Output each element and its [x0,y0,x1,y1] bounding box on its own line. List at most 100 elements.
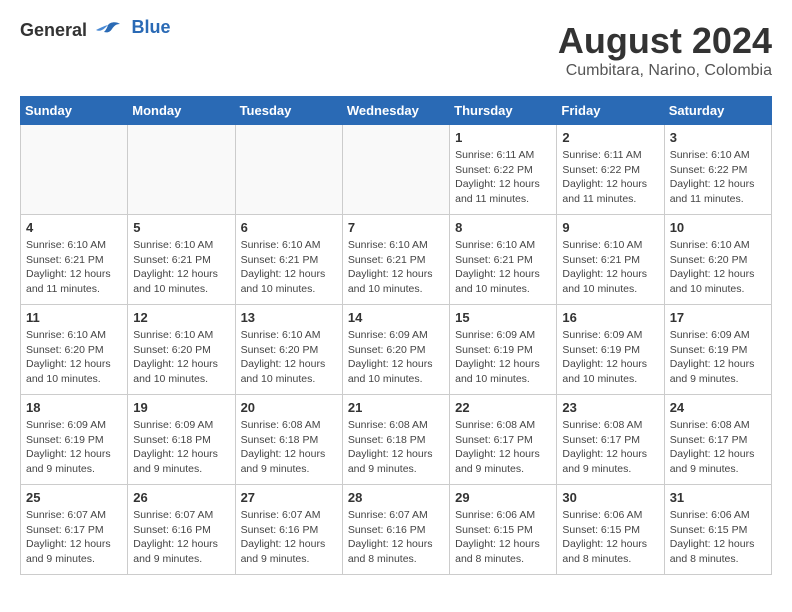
day-info: Sunrise: 6:10 AM Sunset: 6:20 PM Dayligh… [26,328,122,387]
day-info: Sunrise: 6:08 AM Sunset: 6:17 PM Dayligh… [670,418,766,477]
day-number: 14 [348,310,444,325]
day-info: Sunrise: 6:06 AM Sunset: 6:15 PM Dayligh… [562,508,658,567]
day-info: Sunrise: 6:08 AM Sunset: 6:18 PM Dayligh… [241,418,337,477]
day-number: 18 [26,400,122,415]
day-number: 24 [670,400,766,415]
calendar-cell: 22 Sunrise: 6:08 AM Sunset: 6:17 PM Dayli… [450,395,557,485]
day-number: 27 [241,490,337,505]
weekday-tuesday: Tuesday [235,97,342,125]
calendar-cell: 7Sunrise: 6:10 AM Sunset: 6:21 PM Daylig… [342,215,449,305]
day-info: Sunrise: 6:08 AM Sunset: 6:17 PM Dayligh… [455,418,551,477]
calendar-cell: 8 Sunrise: 6:10 AM Sunset: 6:21 PM Daylig… [450,215,557,305]
logo-blue: Blue [132,17,171,38]
day-info: Sunrise: 6:11 AM Sunset: 6:22 PM Dayligh… [455,148,551,207]
day-number: 11 [26,310,122,325]
calendar-cell: 26Sunrise: 6:07 AM Sunset: 6:16 PM Dayli… [128,485,235,575]
calendar-cell: 16Sunrise: 6:09 AM Sunset: 6:19 PM Dayli… [557,305,664,395]
weekday-friday: Friday [557,97,664,125]
calendar-cell: 13 Sunrise: 6:10 AM Sunset: 6:20 PM Dayli… [235,305,342,395]
calendar-cell: 18 Sunrise: 6:09 AM Sunset: 6:19 PM Dayli… [21,395,128,485]
day-info: Sunrise: 6:09 AM Sunset: 6:18 PM Dayligh… [133,418,229,477]
day-info: Sunrise: 6:10 AM Sunset: 6:21 PM Dayligh… [133,238,229,297]
logo: General Blue [20,20,171,43]
calendar-cell: 30 Sunrise: 6:06 AM Sunset: 6:15 PM Dayli… [557,485,664,575]
week-row-2: 4 Sunrise: 6:10 AM Sunset: 6:21 PM Daylig… [21,215,772,305]
day-number: 30 [562,490,658,505]
day-number: 23 [562,400,658,415]
day-number: 13 [241,310,337,325]
day-info: Sunrise: 6:10 AM Sunset: 6:21 PM Dayligh… [455,238,551,297]
day-info: Sunrise: 6:11 AM Sunset: 6:22 PM Dayligh… [562,148,658,207]
day-number: 25 [26,490,122,505]
weekday-saturday: Saturday [664,97,771,125]
calendar-cell: 19 Sunrise: 6:09 AM Sunset: 6:18 PM Dayli… [128,395,235,485]
weekday-thursday: Thursday [450,97,557,125]
calendar-cell: 4 Sunrise: 6:10 AM Sunset: 6:21 PM Daylig… [21,215,128,305]
day-number: 6 [241,220,337,235]
calendar-cell: 25 Sunrise: 6:07 AM Sunset: 6:17 PM Dayli… [21,485,128,575]
day-info: Sunrise: 6:07 AM Sunset: 6:16 PM Dayligh… [241,508,337,567]
week-row-3: 11 Sunrise: 6:10 AM Sunset: 6:20 PM Dayli… [21,305,772,395]
day-number: 10 [670,220,766,235]
day-info: Sunrise: 6:10 AM Sunset: 6:21 PM Dayligh… [241,238,337,297]
week-row-4: 18 Sunrise: 6:09 AM Sunset: 6:19 PM Dayli… [21,395,772,485]
day-number: 5 [133,220,229,235]
logo-general: General [20,20,87,40]
day-number: 28 [348,490,444,505]
calendar-cell: 20Sunrise: 6:08 AM Sunset: 6:18 PM Dayli… [235,395,342,485]
calendar-cell: 23 Sunrise: 6:08 AM Sunset: 6:17 PM Dayli… [557,395,664,485]
page-header: General Blue August 2024 Cumbitara, Nari… [20,20,772,80]
day-number: 7 [348,220,444,235]
title-section: August 2024 Cumbitara, Narino, Colombia [558,20,772,80]
calendar-cell: 28 Sunrise: 6:07 AM Sunset: 6:16 PM Dayli… [342,485,449,575]
calendar-cell: 3 Sunrise: 6:10 AM Sunset: 6:22 PM Daylig… [664,125,771,215]
calendar-cell [128,125,235,215]
day-number: 17 [670,310,766,325]
day-info: Sunrise: 6:06 AM Sunset: 6:15 PM Dayligh… [670,508,766,567]
logo-bird-icon [94,21,122,43]
day-info: Sunrise: 6:07 AM Sunset: 6:16 PM Dayligh… [348,508,444,567]
day-number: 12 [133,310,229,325]
calendar-cell: 1 Sunrise: 6:11 AM Sunset: 6:22 PM Daylig… [450,125,557,215]
day-number: 4 [26,220,122,235]
calendar-cell: 6 Sunrise: 6:10 AM Sunset: 6:21 PM Daylig… [235,215,342,305]
calendar-cell: 29Sunrise: 6:06 AM Sunset: 6:15 PM Dayli… [450,485,557,575]
day-number: 2 [562,130,658,145]
day-number: 1 [455,130,551,145]
day-info: Sunrise: 6:09 AM Sunset: 6:19 PM Dayligh… [455,328,551,387]
calendar-cell: 2 Sunrise: 6:11 AM Sunset: 6:22 PM Daylig… [557,125,664,215]
weekday-wednesday: Wednesday [342,97,449,125]
calendar-cell: 24 Sunrise: 6:08 AM Sunset: 6:17 PM Dayli… [664,395,771,485]
calendar-cell: 21Sunrise: 6:08 AM Sunset: 6:18 PM Dayli… [342,395,449,485]
day-info: Sunrise: 6:10 AM Sunset: 6:21 PM Dayligh… [562,238,658,297]
calendar-table: SundayMondayTuesdayWednesdayThursdayFrid… [20,96,772,575]
calendar-subtitle: Cumbitara, Narino, Colombia [558,62,772,80]
day-info: Sunrise: 6:07 AM Sunset: 6:17 PM Dayligh… [26,508,122,567]
day-number: 15 [455,310,551,325]
day-info: Sunrise: 6:07 AM Sunset: 6:16 PM Dayligh… [133,508,229,567]
calendar-cell [235,125,342,215]
calendar-cell: 14 Sunrise: 6:09 AM Sunset: 6:20 PM Dayli… [342,305,449,395]
calendar-cell: 9Sunrise: 6:10 AM Sunset: 6:21 PM Daylig… [557,215,664,305]
day-info: Sunrise: 6:10 AM Sunset: 6:20 PM Dayligh… [241,328,337,387]
calendar-cell: 15 Sunrise: 6:09 AM Sunset: 6:19 PM Dayli… [450,305,557,395]
calendar-cell: 12 Sunrise: 6:10 AM Sunset: 6:20 PM Dayli… [128,305,235,395]
day-info: Sunrise: 6:10 AM Sunset: 6:21 PM Dayligh… [26,238,122,297]
day-info: Sunrise: 6:06 AM Sunset: 6:15 PM Dayligh… [455,508,551,567]
day-info: Sunrise: 6:09 AM Sunset: 6:19 PM Dayligh… [26,418,122,477]
day-number: 19 [133,400,229,415]
calendar-cell: 5 Sunrise: 6:10 AM Sunset: 6:21 PM Daylig… [128,215,235,305]
day-number: 21 [348,400,444,415]
day-number: 3 [670,130,766,145]
weekday-monday: Monday [128,97,235,125]
day-info: Sunrise: 6:09 AM Sunset: 6:20 PM Dayligh… [348,328,444,387]
day-number: 8 [455,220,551,235]
weekday-header-row: SundayMondayTuesdayWednesdayThursdayFrid… [21,97,772,125]
day-number: 31 [670,490,766,505]
calendar-cell: 27 Sunrise: 6:07 AM Sunset: 6:16 PM Dayli… [235,485,342,575]
day-number: 22 [455,400,551,415]
day-info: Sunrise: 6:10 AM Sunset: 6:22 PM Dayligh… [670,148,766,207]
day-info: Sunrise: 6:08 AM Sunset: 6:17 PM Dayligh… [562,418,658,477]
calendar-cell: 11 Sunrise: 6:10 AM Sunset: 6:20 PM Dayli… [21,305,128,395]
day-info: Sunrise: 6:10 AM Sunset: 6:20 PM Dayligh… [133,328,229,387]
